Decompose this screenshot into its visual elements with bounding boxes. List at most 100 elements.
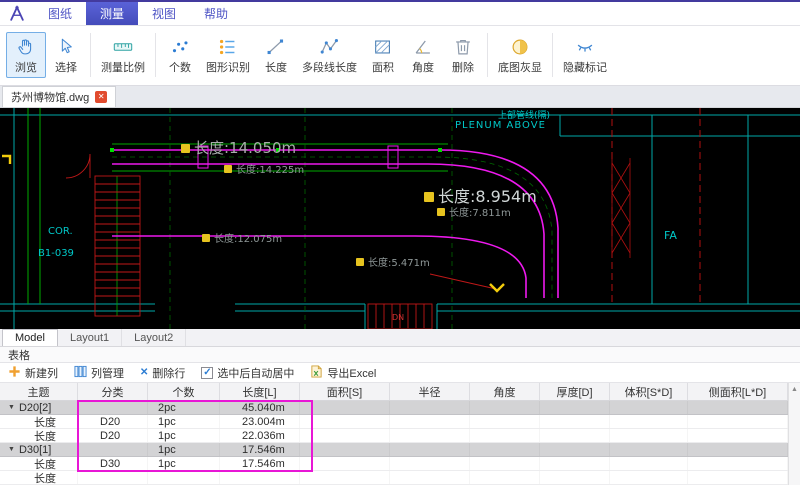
hatched-area-icon [372, 36, 394, 58]
row-category: D20 [78, 429, 148, 442]
table-header: 主题 分类 个数 长度[L] 面积[S] 半径 角度 厚度[D] 体积[S*D]… [0, 383, 788, 401]
row-category: D30 [78, 457, 148, 470]
tool-delete[interactable]: 删除 [443, 32, 483, 78]
table-row[interactable]: 长度 D20 1pc 22.036m [0, 429, 788, 443]
new-column-button[interactable]: 新建列 [8, 365, 58, 381]
toolbar-separator [552, 33, 553, 77]
plus-icon [8, 365, 21, 381]
sheet-tab-model[interactable]: Model [2, 329, 58, 346]
table-scrollbar[interactable]: ▲ [788, 383, 800, 485]
toolbar-separator [155, 33, 156, 77]
row-count: 1pc [148, 443, 220, 456]
column-header: 分类 [78, 383, 148, 400]
column-header: 侧面积[L*D] [688, 383, 788, 400]
column-header: 体积[S*D] [610, 383, 688, 400]
row-category [78, 471, 148, 484]
menu-item-measure[interactable]: 测量 [86, 2, 138, 25]
table-row[interactable]: ▼D20[2] 2pc 45.040m [0, 401, 788, 415]
plenum-label: PLENUM ABOVE [455, 120, 546, 131]
column-header: 半径 [390, 383, 470, 400]
ribbon-toolbar: 浏览 选择 测量比例 个数 图形识别 长度 多段线长度 面积 角度 删除 底图灰… [0, 26, 800, 86]
row-category [78, 401, 148, 414]
row-length [220, 471, 300, 484]
tool-label: 删除 [452, 59, 474, 75]
row-length: 23.004m [220, 415, 300, 428]
tool-hide-marks[interactable]: 隐藏标记 [557, 32, 613, 78]
column-header: 长度[L] [220, 383, 300, 400]
document-title: 苏州博物馆.dwg [11, 89, 89, 105]
tool-area[interactable]: 面积 [363, 32, 403, 78]
excel-export-icon [310, 365, 323, 381]
row-subject: 长度 [0, 457, 78, 470]
tool-label: 角度 [412, 59, 434, 75]
tool-count[interactable]: 个数 [160, 32, 200, 78]
tool-label: 长度 [265, 59, 287, 75]
tool-label: 底图灰显 [498, 59, 542, 75]
document-tab[interactable]: 苏州博物馆.dwg ✕ [2, 86, 116, 107]
table-row[interactable]: ▼D30[1] 1pc 17.546m [0, 443, 788, 457]
trash-icon [452, 36, 474, 58]
delete-row-button[interactable]: ✕ 删除行 [140, 365, 185, 381]
row-subject: D30[1] [19, 444, 51, 456]
column-header: 个数 [148, 383, 220, 400]
list-icon [217, 36, 239, 58]
tool-shape-recognition[interactable]: 图形识别 [200, 32, 256, 78]
table-toolbar: 新建列 列管理 ✕ 删除行 ✓ 选中后自动居中 导出Excel [0, 363, 800, 383]
tool-label: 隐藏标记 [563, 59, 607, 75]
tool-label: 浏览 [15, 59, 37, 75]
scroll-up-icon[interactable]: ▲ [791, 386, 798, 393]
column-header: 主题 [0, 383, 78, 400]
tool-browse[interactable]: 浏览 [6, 32, 46, 78]
closed-eye-icon [574, 36, 596, 58]
tool-select[interactable]: 选择 [46, 32, 86, 78]
table-row[interactable]: 长度 [0, 471, 788, 485]
document-tab-bar: 苏州博物馆.dwg ✕ [0, 86, 800, 108]
export-excel-label: 导出Excel [327, 365, 376, 381]
fa-label: FA [664, 229, 677, 242]
row-subject: D20[2] [19, 402, 51, 414]
close-icon[interactable]: ✕ [95, 91, 107, 103]
tool-measure-scale[interactable]: 测量比例 [95, 32, 151, 78]
auto-center-checkbox[interactable]: ✓ [201, 367, 213, 379]
ruler-icon [112, 36, 134, 58]
angle-icon [412, 36, 434, 58]
menu-item-drawings[interactable]: 图纸 [34, 2, 86, 25]
row-subject: 长度 [0, 415, 78, 428]
chevron-down-icon[interactable]: ▼ [8, 446, 15, 453]
cursor-icon [55, 36, 77, 58]
column-header: 角度 [470, 383, 540, 400]
menu-item-view[interactable]: 视图 [138, 2, 190, 25]
row-subject: 长度 [0, 429, 78, 442]
toolbar-separator [487, 33, 488, 77]
sheet-tab-layout2[interactable]: Layout2 [122, 329, 186, 346]
column-header: 面积[S] [300, 383, 390, 400]
cad-viewport[interactable]: 长度:14.050m 长度:14.225m 长度:8.954m 长度:7.811… [0, 108, 800, 329]
auto-center-option[interactable]: ✓ 选中后自动居中 [201, 365, 294, 381]
measure-label: 长度:8.954m [438, 187, 537, 206]
column-manage-button[interactable]: 列管理 [74, 365, 124, 381]
hand-icon [15, 36, 37, 58]
tool-label: 选择 [55, 59, 77, 75]
export-excel-button[interactable]: 导出Excel [310, 365, 376, 381]
measurement-table: 主题 分类 个数 长度[L] 面积[S] 半径 角度 厚度[D] 体积[S*D]… [0, 383, 800, 485]
tool-polyline-length[interactable]: 多段线长度 [296, 32, 363, 78]
table-row[interactable]: 长度 D20 1pc 23.004m [0, 415, 788, 429]
columns-icon [74, 365, 87, 381]
menu-bar: 图纸 测量 视图 帮助 [0, 0, 800, 26]
tool-angle[interactable]: 角度 [403, 32, 443, 78]
measure-label: 长度:5.471m [368, 256, 430, 269]
column-header: 厚度[D] [540, 383, 610, 400]
sheet-tab-layout1[interactable]: Layout1 [58, 329, 122, 346]
new-column-label: 新建列 [25, 365, 58, 381]
app-logo-icon [0, 2, 34, 25]
x-delete-icon: ✕ [140, 367, 148, 378]
row-subject: 长度 [0, 471, 78, 484]
tool-gray-background[interactable]: 底图灰显 [492, 32, 548, 78]
measure-label: 长度:14.050m [194, 139, 296, 157]
table-row[interactable]: 长度 D30 1pc 17.546m [0, 457, 788, 471]
tool-length[interactable]: 长度 [256, 32, 296, 78]
tool-label: 面积 [372, 59, 394, 75]
cor-label: COR. [48, 226, 73, 237]
chevron-down-icon[interactable]: ▼ [8, 404, 15, 411]
menu-item-help[interactable]: 帮助 [190, 2, 242, 25]
